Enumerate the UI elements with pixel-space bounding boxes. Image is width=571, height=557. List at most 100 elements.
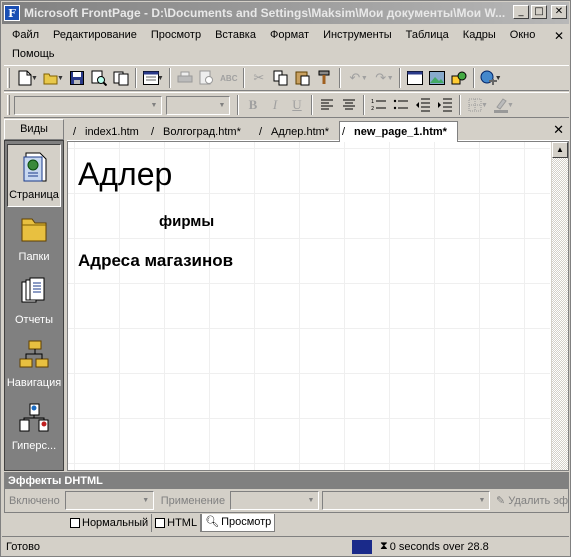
tab-html[interactable]: HTML [152, 514, 202, 532]
html-view-icon [155, 518, 166, 528]
paste-icon[interactable] [292, 67, 314, 89]
folder-list-dropdown-icon[interactable]: ▼ [157, 75, 164, 82]
copy-icon[interactable] [270, 67, 292, 89]
view-item-page[interactable]: Страница [7, 144, 61, 207]
svg-text:2: 2 [371, 106, 374, 112]
frontpage-window: F Microsoft FrontPage - D:\Documents and… [0, 0, 571, 557]
maximize-button[interactable]: □ [531, 5, 547, 19]
hourglass-icon: ⧗ [380, 540, 388, 552]
tab-new-page-1[interactable]: / new_page_1.htm* [339, 121, 458, 142]
format-painter-icon[interactable] [314, 67, 336, 89]
new-dropdown-icon[interactable]: ▼ [31, 75, 38, 82]
tab-normal[interactable]: Нормальный [67, 514, 153, 532]
menu-tools[interactable]: Инструменты [316, 26, 399, 45]
status-bar: Готово ⧗ 0 seconds over 28.8 [2, 536, 569, 556]
frontpage-app-icon[interactable]: F [4, 5, 20, 21]
cut-icon[interactable]: ✂ [248, 67, 270, 89]
borders-dropdown-icon[interactable]: ▼ [481, 102, 488, 109]
tab-adler[interactable]: / Адлер.htm* [257, 123, 339, 141]
dhtml-effect-select[interactable]: ▼ [230, 491, 320, 510]
menu-frames[interactable]: Кадры [456, 26, 503, 45]
chevron-down-icon: ▼ [142, 497, 150, 504]
menu-help[interactable]: Помощь [5, 45, 62, 64]
hyperlinks-view-icon [19, 403, 49, 432]
views-list: Страница Папки Отчеты Навигация Гиперс..… [4, 140, 64, 471]
document-subtitle[interactable]: фирмы [159, 213, 214, 230]
vertical-scrollbar[interactable]: ▲ [551, 142, 568, 470]
save-icon[interactable] [66, 67, 88, 89]
views-pane: Виды Страница Папки Отчеты Навигация Гип… [4, 119, 64, 471]
menu-format[interactable]: Формат [263, 26, 316, 45]
window-title: Microsoft FrontPage - D:\Documents and S… [24, 6, 506, 20]
print-preview-icon[interactable] [196, 67, 218, 89]
publish-icon[interactable] [110, 67, 132, 89]
standard-toolbar: ▼ ▼ ▼ ABC ✂ ↶ ▼ ↷ ▼ ▼ [4, 65, 569, 91]
undo-dropdown-icon[interactable]: ▼ [361, 75, 368, 82]
highlight-dropdown-icon[interactable]: ▼ [507, 102, 514, 109]
decrease-indent-icon[interactable] [412, 94, 434, 116]
open-dropdown-icon[interactable]: ▼ [57, 75, 64, 82]
redo-dropdown-icon[interactable]: ▼ [387, 75, 394, 82]
tab-index1[interactable]: / index1.htm [71, 123, 149, 141]
style-select[interactable]: ▼ [14, 95, 162, 115]
view-item-navigation[interactable]: Навигация [5, 333, 63, 396]
menu-window[interactable]: Окно [503, 26, 543, 45]
menu-edit[interactable]: Редактирование [46, 26, 144, 45]
chevron-down-icon: ▼ [150, 101, 158, 109]
document-heading[interactable]: Адлер [78, 156, 172, 193]
chevron-down-icon: ▼ [307, 497, 315, 504]
view-item-folders[interactable]: Папки [5, 207, 63, 270]
scroll-up-icon[interactable]: ▲ [552, 142, 568, 158]
navigation-view-icon [19, 340, 49, 368]
close-document-button[interactable]: ✕ [554, 29, 564, 43]
page-editor[interactable]: Адлер фирмы Адреса магазинов ▲ [67, 141, 569, 471]
toolbar-grip[interactable] [7, 95, 10, 115]
download-time: 0 seconds over 28.8 [389, 540, 489, 553]
document-tabs: / index1.htm / Волгоград.htm* / Адлер.htm* … [67, 121, 569, 142]
print-icon[interactable] [174, 67, 196, 89]
dhtml-toolbar-title[interactable]: Эффекты DHTML [5, 473, 568, 489]
insert-picture-icon[interactable] [426, 67, 448, 89]
spelling-icon[interactable]: ABC [218, 67, 240, 89]
tab-preview[interactable]: 🔍︎ Просмотр [201, 514, 276, 532]
close-tab-button[interactable]: ✕ [553, 122, 564, 138]
title-bar[interactable]: F Microsoft FrontPage - D:\Documents and… [2, 2, 569, 24]
document-heading-addresses[interactable]: Адреса магазинов [78, 251, 233, 271]
bold-icon[interactable]: B [242, 94, 264, 116]
increase-indent-icon[interactable] [434, 94, 456, 116]
tab-volgograd[interactable]: / Волгоград.htm* [149, 123, 251, 141]
download-status-icon [352, 539, 372, 554]
web-component-icon[interactable] [404, 67, 426, 89]
drawing-icon[interactable] [448, 67, 470, 89]
numbered-list-icon[interactable]: 12 [368, 94, 390, 116]
hyperlink-dropdown-icon[interactable]: ▼ [495, 75, 502, 82]
dhtml-event-select[interactable]: ▼ [64, 491, 154, 510]
minimize-button[interactable]: _ [513, 5, 529, 19]
chevron-down-icon: ▼ [478, 497, 486, 504]
align-left-icon[interactable] [316, 94, 338, 116]
search-files-icon[interactable] [88, 67, 110, 89]
close-window-button[interactable]: ✕ [551, 5, 567, 19]
view-item-reports[interactable]: Отчеты [5, 270, 63, 333]
bullet-list-icon[interactable] [390, 94, 412, 116]
views-header: Виды [4, 119, 64, 140]
underline-icon[interactable]: U [286, 94, 308, 116]
menu-view[interactable]: Просмотр [144, 26, 208, 45]
font-size-select[interactable]: ▼ [166, 95, 230, 115]
menu-bar: Файл Редактирование Просмотр Вставка Фор… [5, 26, 545, 64]
align-center-icon[interactable] [338, 94, 360, 116]
view-mode-tabs: Нормальный HTML 🔍︎ Просмотр [67, 514, 276, 532]
status-text: Готово [6, 540, 40, 553]
menu-file[interactable]: Файл [5, 26, 46, 45]
view-item-hyperlinks[interactable]: Гиперс... [5, 396, 63, 459]
reports-view-icon [21, 277, 45, 303]
dhtml-apply-label: Применение [160, 494, 226, 507]
dhtml-settings-select[interactable]: ▼ [322, 491, 490, 510]
menu-insert[interactable]: Вставка [208, 26, 263, 45]
menu-table[interactable]: Таблица [399, 26, 456, 45]
italic-icon[interactable]: I [264, 94, 286, 116]
dhtml-remove-effect-button[interactable]: ✎ Удалить эф [496, 494, 568, 507]
remove-effect-icon: ✎ [496, 495, 506, 507]
toolbar-grip[interactable] [7, 68, 10, 88]
page-view-icon [23, 152, 47, 182]
